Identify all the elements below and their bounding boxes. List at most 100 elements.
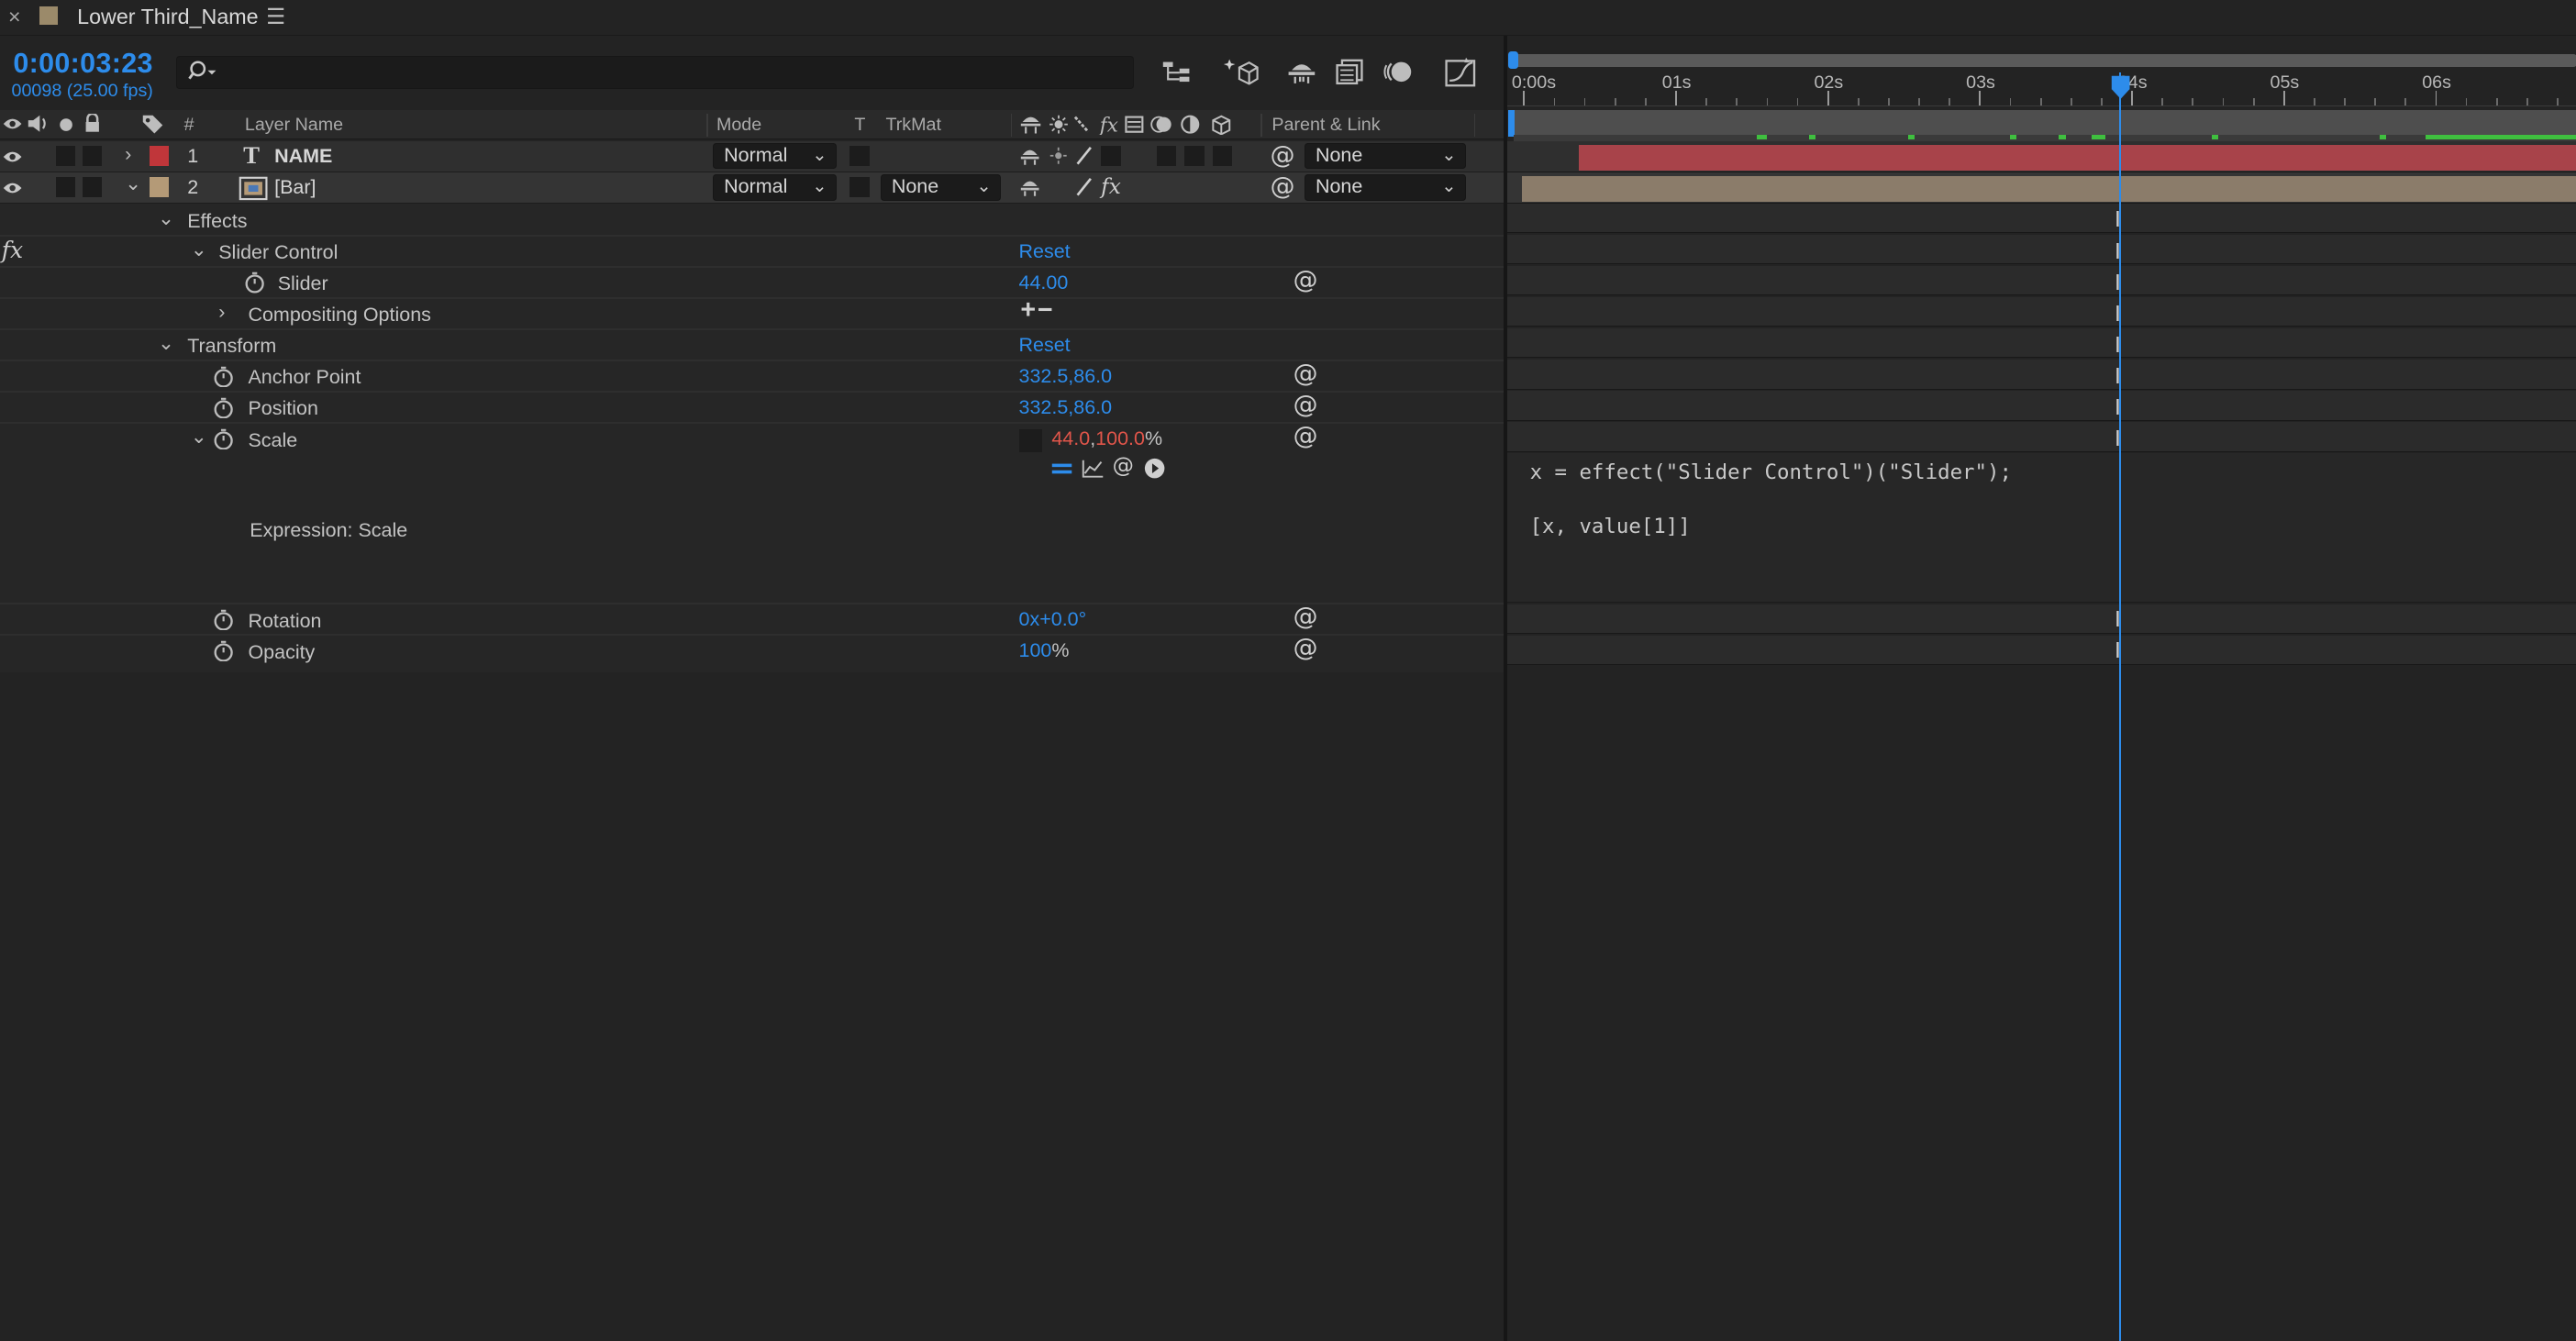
expand-chevron-icon[interactable]: › <box>125 143 131 166</box>
layer-name[interactable]: NAME <box>274 145 332 168</box>
rotation-value[interactable]: 0x+0.0° <box>1019 608 1087 631</box>
search-icon[interactable] <box>186 60 219 83</box>
stopwatch-icon[interactable] <box>212 639 235 662</box>
compositing-options-label[interactable]: Compositing Options <box>248 304 430 327</box>
visibility-toggle-eye-icon[interactable] <box>2 146 23 167</box>
trkmat-dropdown[interactable]: None ⌄ <box>881 173 1001 201</box>
solo-switch[interactable] <box>55 177 76 197</box>
effects-switch-fx-icon[interactable]: fx <box>1101 174 1121 199</box>
stopwatch-icon[interactable] <box>212 396 235 419</box>
frame-blending-icon[interactable] <box>1333 58 1369 87</box>
expression-editor[interactable]: x = effect("Slider Control")("Slider"); … <box>1506 453 2576 604</box>
solo-column-icon[interactable] <box>56 115 75 134</box>
composition-flowchart-icon[interactable] <box>1160 58 1196 87</box>
column-parent-link[interactable]: Parent & Link <box>1271 115 1380 136</box>
preserve-transparency-switch[interactable] <box>849 146 870 166</box>
work-area-start-handle[interactable] <box>1508 50 1519 70</box>
position-value[interactable]: 332.5,86.0 <box>1019 396 1113 419</box>
timeline-header-strip[interactable] <box>1513 110 2576 137</box>
expression-pick-whip-icon[interactable]: @ <box>1113 453 1134 478</box>
scale-value[interactable]: 44.0,100.0% <box>1051 427 1162 450</box>
draft-3d-icon[interactable] <box>1221 56 1260 89</box>
parent-dropdown[interactable]: None ⌄ <box>1305 173 1466 201</box>
layer-row[interactable]: › 1 T NAME Normal ⌄ @ None ⌄ <box>0 141 1507 173</box>
layer-name[interactable]: [Bar] <box>274 176 316 199</box>
scale-y-value[interactable]: 100.0 <box>1095 427 1145 449</box>
layer-label-color[interactable] <box>149 146 170 166</box>
graph-editor-icon[interactable] <box>1441 56 1481 89</box>
layer-label-color[interactable] <box>149 177 170 197</box>
quality-switch-icon[interactable] <box>1074 177 1094 196</box>
motion-blur-switch[interactable] <box>1184 146 1205 166</box>
effects-switch[interactable] <box>1101 146 1121 166</box>
pick-whip-icon[interactable]: @ <box>1294 603 1318 631</box>
pick-whip-icon[interactable]: @ <box>1294 266 1318 294</box>
scale-x-value[interactable]: 44.0 <box>1051 427 1090 449</box>
frame-blend-switch[interactable] <box>1157 146 1177 166</box>
switches-column-icons[interactable]: fx <box>1019 114 1249 135</box>
stopwatch-icon[interactable] <box>212 427 235 450</box>
opacity-value[interactable]: 100% <box>1019 639 1070 662</box>
mode-dropdown[interactable]: Normal ⌄ <box>713 173 837 201</box>
slider-control-reset-button[interactable]: Reset <box>1019 240 1071 263</box>
label-column-icon[interactable] <box>141 114 164 135</box>
pick-whip-icon[interactable]: @ <box>1294 360 1318 388</box>
visibility-toggle-eye-icon[interactable] <box>2 177 23 198</box>
opacity-number[interactable]: 100 <box>1019 639 1052 661</box>
parent-dropdown[interactable]: None ⌄ <box>1305 142 1466 170</box>
time-ruler[interactable]: 0:00s 01s 02s 03s 04s 05s 06s <box>1506 69 2576 107</box>
effects-group-chevron-icon[interactable]: ⌄ <box>158 207 174 230</box>
effects-group-label[interactable]: Effects <box>187 210 247 233</box>
preserve-transparency-switch[interactable] <box>849 177 870 197</box>
lock-switch[interactable] <box>82 146 103 166</box>
work-area-bar[interactable] <box>1513 54 2576 68</box>
comp-tab-title[interactable]: Lower Third_Name <box>77 5 258 29</box>
transform-reset-button[interactable]: Reset <box>1019 334 1071 357</box>
audio-column-icon[interactable] <box>27 114 50 135</box>
column-mode[interactable]: Mode <box>716 115 761 136</box>
column-trkmat[interactable]: TrkMat <box>885 115 941 136</box>
compositing-options-chevron-icon[interactable]: › <box>218 301 225 324</box>
collapse-transformations-icon[interactable] <box>1049 146 1068 165</box>
search-field[interactable] <box>175 55 1134 89</box>
pick-whip-icon[interactable]: @ <box>1294 422 1318 450</box>
anchor-point-value[interactable]: 332.5,86.0 <box>1019 365 1113 388</box>
slider-control-label[interactable]: Slider Control <box>218 241 338 264</box>
close-tab-button[interactable]: × <box>8 5 21 29</box>
transform-chevron-icon[interactable]: ⌄ <box>158 332 174 355</box>
slider-control-chevron-icon[interactable]: ⌄ <box>191 238 207 261</box>
column-layer-name[interactable]: Layer Name <box>245 115 343 136</box>
layer-2-duration-bar[interactable] <box>1521 175 2576 203</box>
motion-blur-icon[interactable] <box>1381 58 1416 87</box>
constrain-proportions-toggle[interactable] <box>1018 428 1042 452</box>
pick-whip-icon[interactable]: @ <box>1294 391 1318 419</box>
lock-column-icon[interactable] <box>83 114 104 135</box>
search-input[interactable] <box>222 58 1118 85</box>
timeline-header-left-marker[interactable] <box>1508 110 1516 137</box>
current-time-display[interactable]: 0:00:03:23 <box>13 48 153 80</box>
stopwatch-icon[interactable] <box>243 272 266 294</box>
layer-row[interactable]: ⌄ 2 [Bar] Normal ⌄ None ⌄ fx @ None ⌄ <box>0 172 1507 205</box>
quality-switch-icon[interactable] <box>1074 146 1094 165</box>
adjustment-switch[interactable] <box>1212 146 1233 166</box>
video-column-icon[interactable] <box>2 114 23 135</box>
expression-language-menu-icon[interactable] <box>1142 457 1167 480</box>
pick-whip-icon[interactable]: @ <box>1271 172 1295 201</box>
fx-toggle[interactable]: fx <box>2 237 23 263</box>
pick-whip-icon[interactable]: @ <box>1271 141 1295 170</box>
panel-menu-icon[interactable]: ☰ <box>266 5 285 29</box>
mode-dropdown[interactable]: Normal ⌄ <box>713 142 837 170</box>
add-remove-mask-buttons[interactable]: +− <box>1020 295 1054 326</box>
stopwatch-icon[interactable] <box>212 365 235 388</box>
stopwatch-icon[interactable] <box>212 608 235 631</box>
collapse-chevron-icon[interactable]: ⌄ <box>125 172 141 195</box>
layer-1-duration-bar[interactable] <box>1579 144 2576 172</box>
transform-label[interactable]: Transform <box>187 335 276 358</box>
scale-chevron-icon[interactable]: ⌄ <box>191 426 207 449</box>
pick-whip-icon[interactable]: @ <box>1294 634 1318 662</box>
slider-value[interactable]: 44.00 <box>1019 272 1069 294</box>
shy-switch-icon[interactable] <box>1019 177 1040 198</box>
shy-switch-icon[interactable] <box>1019 146 1040 167</box>
shy-layers-icon[interactable] <box>1283 58 1319 87</box>
expression-graph-icon[interactable] <box>1080 457 1106 480</box>
